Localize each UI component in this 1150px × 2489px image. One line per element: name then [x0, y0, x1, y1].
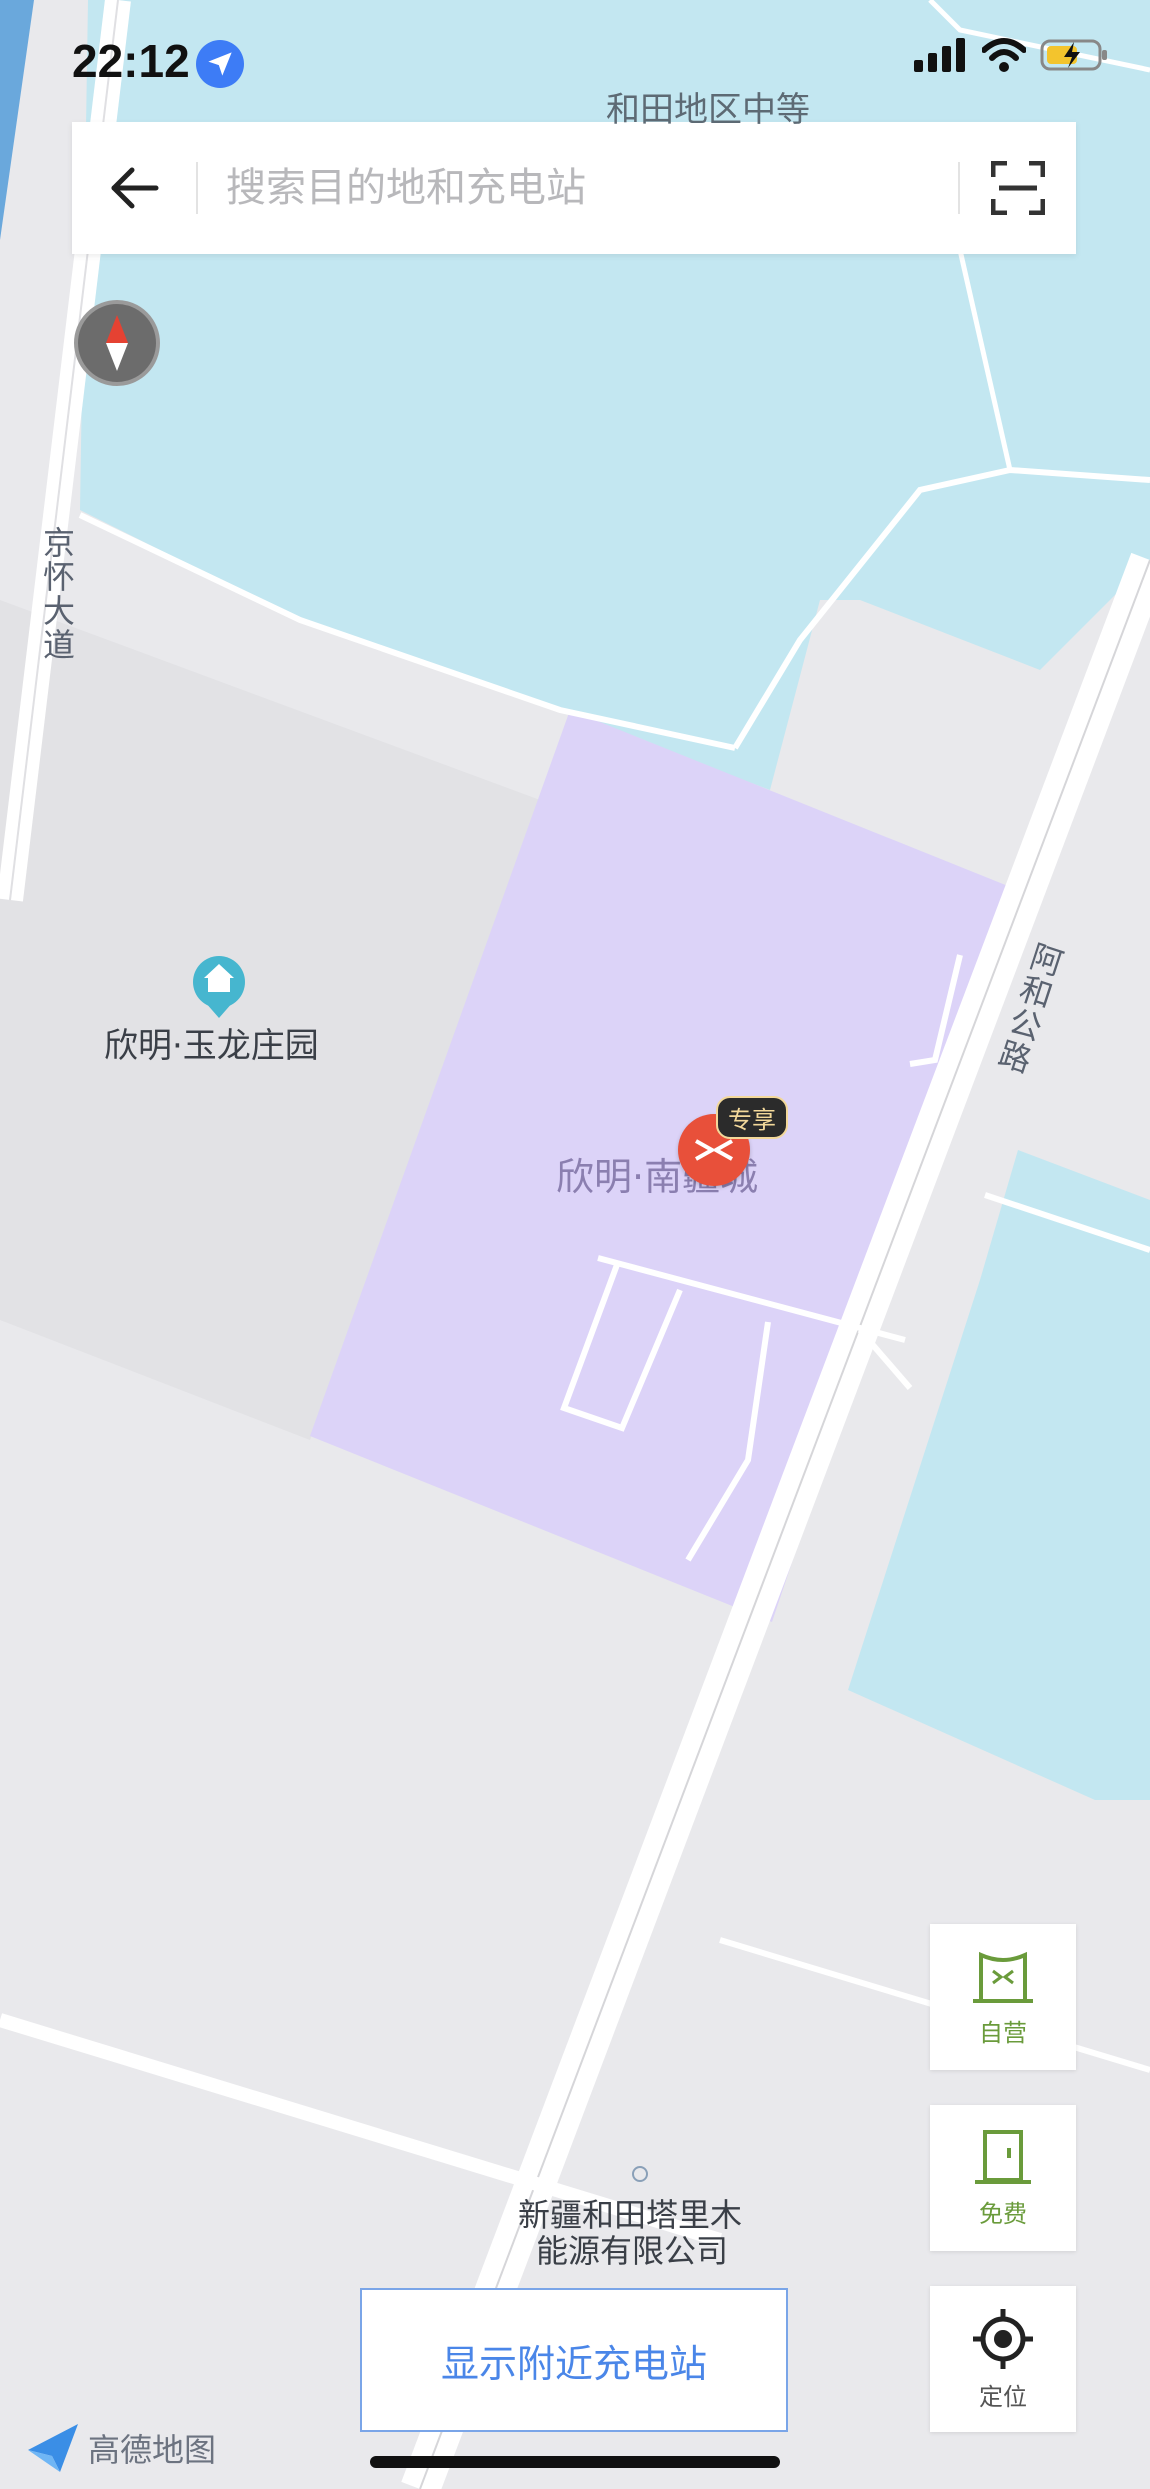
poi-label-yulong[interactable]: 欣明·玉龙庄园	[104, 1018, 319, 1067]
location-arrow-icon	[196, 40, 244, 88]
map-label-top: 和田地区中等	[606, 90, 810, 130]
free-label: 免费	[979, 2199, 1027, 2228]
self-operated-label: 自营	[979, 2018, 1027, 2047]
scan-icon	[991, 161, 1045, 215]
status-icons	[914, 38, 1110, 72]
locate-icon	[973, 2308, 1033, 2369]
locate-button[interactable]: 定位	[930, 2286, 1076, 2432]
search-input[interactable]	[198, 122, 958, 254]
cellular-signal-icon	[914, 38, 965, 72]
station-logo-icon	[695, 1139, 733, 1161]
exclusive-badge: 专享	[716, 1096, 788, 1139]
compass-button[interactable]	[74, 300, 160, 386]
show-nearby-stations-button[interactable]: 显示附近充电站	[360, 2288, 788, 2432]
road-label-jinghuai: 京怀大道	[38, 526, 76, 662]
wifi-icon	[982, 38, 1026, 72]
free-button[interactable]: 免费	[930, 2105, 1076, 2251]
self-operated-button[interactable]: 自营	[930, 1924, 1076, 2070]
amap-logo-icon	[28, 2424, 78, 2472]
self-operated-icon	[973, 1951, 1033, 2003]
locate-label: 定位	[979, 2382, 1027, 2411]
compass-icon	[106, 315, 128, 371]
search-bar	[72, 122, 1076, 254]
amap-logo: 高德地图	[24, 2420, 216, 2476]
scan-button[interactable]	[960, 122, 1076, 254]
poi-label-company-line2[interactable]: 能源有限公司	[536, 2226, 728, 2272]
amap-logo-text: 高德地图	[88, 2431, 217, 2469]
battery-charging-icon	[1040, 39, 1107, 71]
home-indicator[interactable]	[370, 2456, 780, 2468]
arrow-left-icon	[111, 167, 159, 209]
status-time: 22:12	[72, 35, 190, 87]
back-button[interactable]	[72, 122, 196, 254]
door-icon	[975, 2129, 1031, 2184]
